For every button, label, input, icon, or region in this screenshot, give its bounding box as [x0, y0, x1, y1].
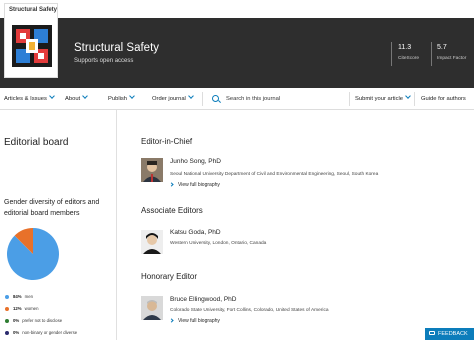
chevron-down-icon	[405, 93, 411, 99]
citescore-value: 11.3	[398, 44, 412, 51]
journal-title[interactable]: Structural Safety	[74, 42, 159, 54]
editor-name[interactable]: Katsu Goda, PhD	[170, 229, 221, 236]
chevron-down-icon	[129, 93, 135, 99]
honorary-editor-heading: Honorary Editor	[141, 272, 198, 281]
cover-artwork	[8, 21, 56, 71]
editor-name[interactable]: Bruce Ellingwood, PhD	[170, 296, 236, 303]
feedback-button[interactable]: FEEDBACK	[425, 328, 474, 340]
legend-item-men: 84% men	[5, 294, 33, 299]
editor-in-chief-heading: Editor-in-Chief	[141, 137, 193, 146]
editor-photo-goda	[141, 230, 163, 254]
legend-value: 0%	[13, 318, 20, 323]
editor-name[interactable]: Junho Song, PhD	[170, 158, 221, 165]
editor-affiliation: Western University, London, Ontario, Can…	[170, 241, 267, 246]
search-input[interactable]: Search in this journal	[226, 88, 280, 110]
nav-publish[interactable]: Publish	[108, 88, 135, 110]
legend-item-prefer-not: 0% prefer not to disclose	[5, 318, 62, 323]
gender-pie-chart	[7, 228, 59, 280]
nav-articles-issues[interactable]: Articles & Issues	[4, 88, 55, 110]
legend-label: women	[24, 306, 39, 311]
cover-title: Structural Safety	[9, 7, 58, 13]
page-title: Editorial board	[4, 137, 69, 148]
legend-item-non-binary: 0% non-binary or gender diverse	[5, 330, 77, 335]
legend-label: prefer not to disclose	[22, 318, 63, 323]
associate-editors-heading: Associate Editors	[141, 206, 203, 215]
journal-cover-image[interactable]: Structural Safety	[4, 3, 58, 78]
nav-divider	[349, 92, 350, 106]
legend-dot	[5, 294, 9, 299]
legend-label: men	[24, 294, 33, 299]
impact-factor-label: Impact Factor	[437, 56, 467, 61]
editor-photo-song	[141, 158, 163, 182]
open-access-note: Supports open access	[74, 58, 134, 64]
view-full-biography-link[interactable]: View full biography	[169, 181, 220, 188]
metric-divider	[391, 42, 392, 66]
chevron-right-icon	[169, 317, 174, 323]
legend-dot	[5, 330, 9, 335]
citescore-metric[interactable]: 11.3 CiteScore	[398, 44, 419, 61]
nav-about-label: About	[65, 96, 81, 102]
nav-about[interactable]: About	[65, 88, 88, 110]
bio-link-label: View full biography	[178, 318, 220, 324]
legend-value: 0%	[13, 330, 20, 335]
nav-publish-label: Publish	[108, 96, 128, 102]
legend-dot	[5, 318, 9, 323]
legend-value: 12%	[13, 306, 22, 311]
metric-divider	[431, 42, 432, 66]
legend-label: non-binary or gender diverse	[22, 330, 78, 335]
editor-affiliation: Seoul National University Department of …	[170, 172, 379, 177]
legend-dot	[5, 306, 9, 311]
nav-divider	[414, 92, 415, 106]
feedback-label: FEEDBACK	[438, 331, 468, 337]
nav-guide-for-authors[interactable]: Guide for authors	[421, 88, 466, 110]
legend-item-women: 12% women	[5, 306, 38, 311]
impact-factor-metric[interactable]: 5.7 Impact Factor	[437, 44, 466, 61]
nav-articles-label: Articles & Issues	[4, 96, 47, 102]
impact-factor-value: 5.7	[437, 44, 447, 51]
bio-link-label: View full biography	[178, 182, 220, 188]
chevron-down-icon	[82, 93, 88, 99]
search-icon[interactable]	[212, 95, 219, 102]
chevron-right-icon	[169, 181, 174, 187]
gender-diversity-heading: Gender diversity of editors and editoria…	[4, 199, 100, 217]
chevron-down-icon	[188, 93, 194, 99]
editor-affiliation: Colorado State University, Fort Collins,…	[170, 308, 329, 313]
citescore-label: CiteScore	[398, 56, 420, 61]
chevron-down-icon	[49, 93, 55, 99]
editor-photo-ellingwood	[141, 296, 163, 320]
nav-order-label: Order journal	[152, 96, 186, 102]
nav-submit-article[interactable]: Submit your article	[355, 88, 411, 110]
nav-divider	[202, 92, 203, 106]
view-full-biography-link[interactable]: View full biography	[169, 317, 220, 324]
nav-submit-label: Submit your article	[355, 96, 404, 102]
nav-order-journal[interactable]: Order journal	[152, 88, 194, 110]
legend-value: 84%	[13, 294, 22, 299]
chat-icon	[429, 331, 435, 335]
